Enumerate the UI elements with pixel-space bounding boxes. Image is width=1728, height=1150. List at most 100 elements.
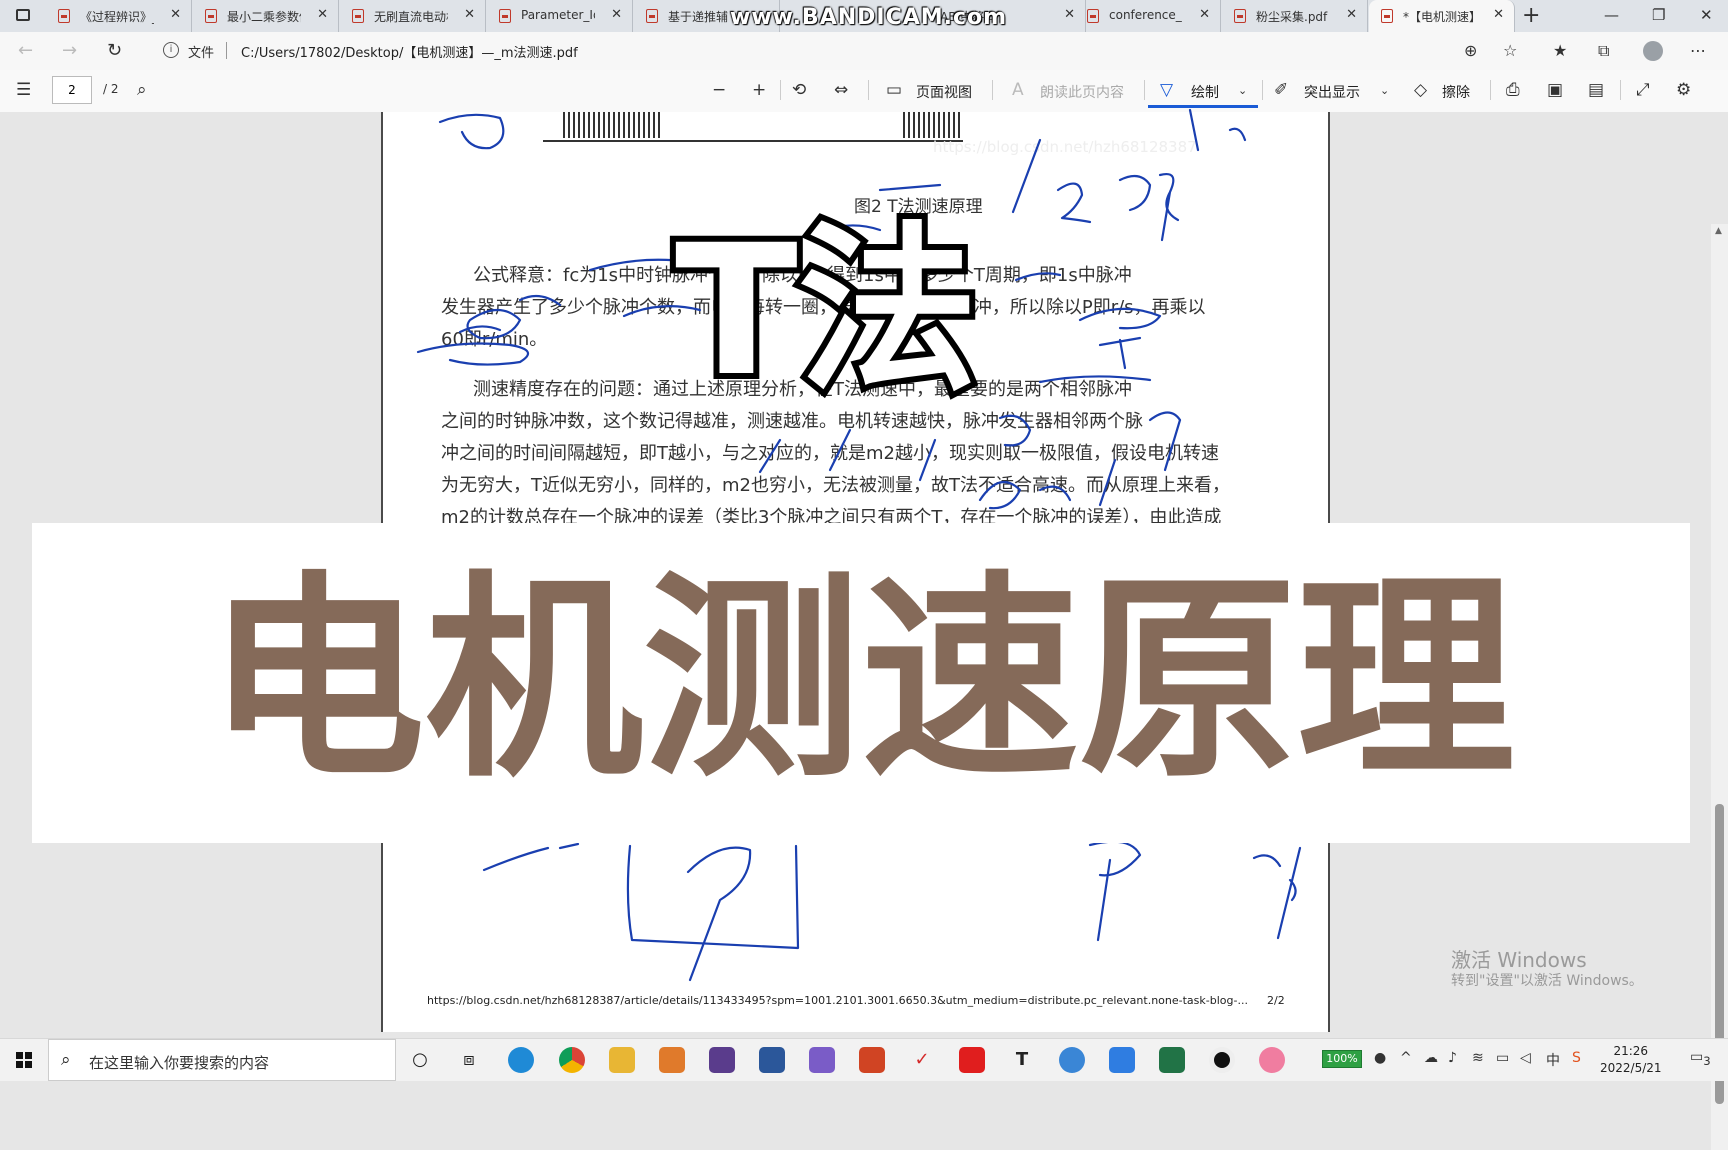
zoom-out-icon[interactable]: −: [712, 80, 726, 100]
vertical-scrollbar[interactable]: ▲: [1711, 224, 1728, 1150]
task-view-icon[interactable]: ⧈: [456, 1047, 482, 1073]
tab-title: conference_10: [1109, 8, 1183, 22]
minimize-button[interactable]: —: [1604, 6, 1619, 24]
close-tab-icon[interactable]: ✕: [317, 7, 328, 22]
clock-date: 2022/5/21: [1600, 1061, 1662, 1075]
cortana-icon[interactable]: ○: [407, 1047, 433, 1073]
highlighter-icon[interactable]: ✐: [1274, 80, 1288, 100]
close-tab-icon[interactable]: ✕: [611, 7, 622, 22]
app-icon[interactable]: [1109, 1047, 1135, 1073]
close-tab-icon[interactable]: ✕: [1346, 7, 1357, 22]
chevron-up-icon[interactable]: ^: [1400, 1050, 1412, 1066]
tab-actions-icon[interactable]: [16, 9, 30, 21]
search-icon[interactable]: ⌕: [137, 80, 147, 100]
search-icon: ⌕: [61, 1050, 71, 1070]
page-view-button[interactable]: 页面视图: [916, 82, 972, 102]
cloud-icon[interactable]: ☁: [1424, 1050, 1438, 1066]
close-tab-icon[interactable]: ✕: [464, 7, 475, 22]
toolbar-divider: [1262, 80, 1263, 100]
typora-icon[interactable]: T: [1009, 1047, 1035, 1073]
word-icon[interactable]: [759, 1047, 785, 1073]
browser-tab[interactable]: 最小二乘参数估 ✕: [193, 0, 339, 32]
powerpoint-icon[interactable]: [859, 1047, 885, 1073]
taskbar-search-box[interactable]: ⌕ 在这里输入你要搜索的内容: [48, 1039, 396, 1081]
excel-icon[interactable]: [1159, 1047, 1185, 1073]
favorites-icon[interactable]: ★: [1553, 41, 1567, 60]
close-tab-icon[interactable]: ✕: [170, 7, 181, 22]
close-tab-icon[interactable]: ✕: [1493, 7, 1504, 22]
chevron-down-icon[interactable]: ⌄: [1238, 84, 1247, 97]
chevron-down-icon[interactable]: ⌄: [1380, 84, 1389, 97]
notification-center-icon[interactable]: ▭3: [1690, 1049, 1711, 1068]
browser-tab[interactable]: 粉尘采集.pdf ✕: [1222, 0, 1368, 32]
close-window-button[interactable]: ✕: [1700, 6, 1713, 24]
page-view-icon[interactable]: ▭: [886, 80, 902, 100]
browser-tab-active[interactable]: *【电机测速】 ✕: [1369, 0, 1515, 32]
matlab-icon[interactable]: [659, 1047, 685, 1073]
refresh-icon[interactable]: ↻: [107, 40, 122, 61]
profile-avatar[interactable]: [1643, 41, 1663, 61]
fit-width-icon[interactable]: ⇔: [834, 80, 848, 100]
edge-browser-icon[interactable]: [508, 1047, 534, 1073]
title-banner: 电机测速原理: [32, 523, 1690, 843]
eraser-icon[interactable]: ◇: [1414, 80, 1427, 100]
zoom-in-icon[interactable]: +: [752, 80, 766, 100]
system-clock[interactable]: 21:26 2022/5/21: [1600, 1043, 1662, 1077]
highlight-button[interactable]: 突出显示: [1304, 82, 1360, 102]
app-icon[interactable]: [709, 1047, 735, 1073]
read-aloud-button[interactable]: 朗读此页内容: [1040, 82, 1124, 102]
add-favorite-icon[interactable]: ☆: [1503, 41, 1517, 60]
app-icon[interactable]: [809, 1047, 835, 1073]
restore-button[interactable]: ❐: [1652, 6, 1665, 24]
chrome-icon[interactable]: [559, 1047, 585, 1073]
more-menu-icon[interactable]: ⋯: [1690, 41, 1706, 60]
save-icon[interactable]: ▣: [1547, 80, 1563, 100]
print-icon[interactable]: ⎙: [1506, 80, 1520, 100]
app-icon[interactable]: [1059, 1047, 1085, 1073]
sogou-icon[interactable]: S: [1572, 1050, 1581, 1066]
collections-icon[interactable]: ⧉: [1598, 41, 1609, 61]
browser-tab[interactable]: Parameter_Ide ✕: [487, 0, 633, 32]
close-tab-icon[interactable]: ✕: [1199, 7, 1210, 22]
erase-button[interactable]: 擦除: [1442, 82, 1470, 102]
url-field[interactable]: C:/Users/17802/Desktop/【电机测速】—_m法测速.pdf: [241, 42, 578, 61]
power-icon[interactable]: ▭: [1496, 1050, 1509, 1066]
record-icon[interactable]: [1209, 1047, 1235, 1073]
rotate-icon[interactable]: ⟲: [792, 80, 806, 100]
draw-button[interactable]: 绘制: [1191, 82, 1219, 102]
zoom-icon[interactable]: ⊕: [1464, 41, 1477, 60]
page-number-input[interactable]: 2: [52, 76, 92, 104]
faint-watermark: https://blog.csdn.net/hzh68128387: [933, 138, 1197, 156]
close-tab-icon[interactable]: ✕: [1064, 7, 1075, 22]
microphone-icon[interactable]: ♪: [1448, 1050, 1457, 1066]
info-icon[interactable]: i: [163, 42, 179, 58]
windows-start-icon[interactable]: [16, 1052, 32, 1068]
contents-list-icon[interactable]: ☰: [16, 80, 31, 100]
fullscreen-icon[interactable]: ⤢: [1636, 80, 1650, 100]
save-as-icon[interactable]: ▤: [1588, 80, 1604, 100]
clock-time: 21:26: [1613, 1044, 1649, 1058]
browser-tab[interactable]: 《过程辨识》_ ✕: [46, 0, 192, 32]
qq-icon[interactable]: ●: [1374, 1050, 1386, 1066]
page-total: / 2: [103, 82, 119, 96]
browser-tab[interactable]: 无刷直流电动机 ✕: [340, 0, 486, 32]
wifi-icon[interactable]: ≋: [1472, 1050, 1484, 1066]
battery-indicator[interactable]: 100%: [1322, 1050, 1362, 1068]
settings-gear-icon[interactable]: ⚙: [1676, 80, 1691, 100]
check-app-icon[interactable]: ✓: [909, 1047, 935, 1073]
activate-windows-title: 激活 Windows: [1451, 948, 1587, 972]
browser-tab[interactable]: conference_10 ✕: [1075, 0, 1221, 32]
app-icon[interactable]: [1259, 1047, 1285, 1073]
pdf-file-icon: [58, 9, 70, 23]
volume-icon[interactable]: ◁: [1520, 1050, 1531, 1066]
ime-indicator[interactable]: 中: [1546, 1050, 1560, 1070]
forward-arrow-icon[interactable]: →: [62, 40, 77, 61]
read-aloud-icon[interactable]: A: [1012, 80, 1024, 100]
back-arrow-icon[interactable]: ←: [18, 40, 33, 61]
scroll-up-icon[interactable]: ▲: [1715, 226, 1722, 236]
figure-pulse-bars: [903, 112, 963, 138]
draw-pen-icon[interactable]: ▽: [1160, 80, 1173, 100]
new-tab-button[interactable]: +: [1522, 3, 1540, 28]
file-explorer-icon[interactable]: [609, 1047, 635, 1073]
youdao-icon[interactable]: [959, 1047, 985, 1073]
